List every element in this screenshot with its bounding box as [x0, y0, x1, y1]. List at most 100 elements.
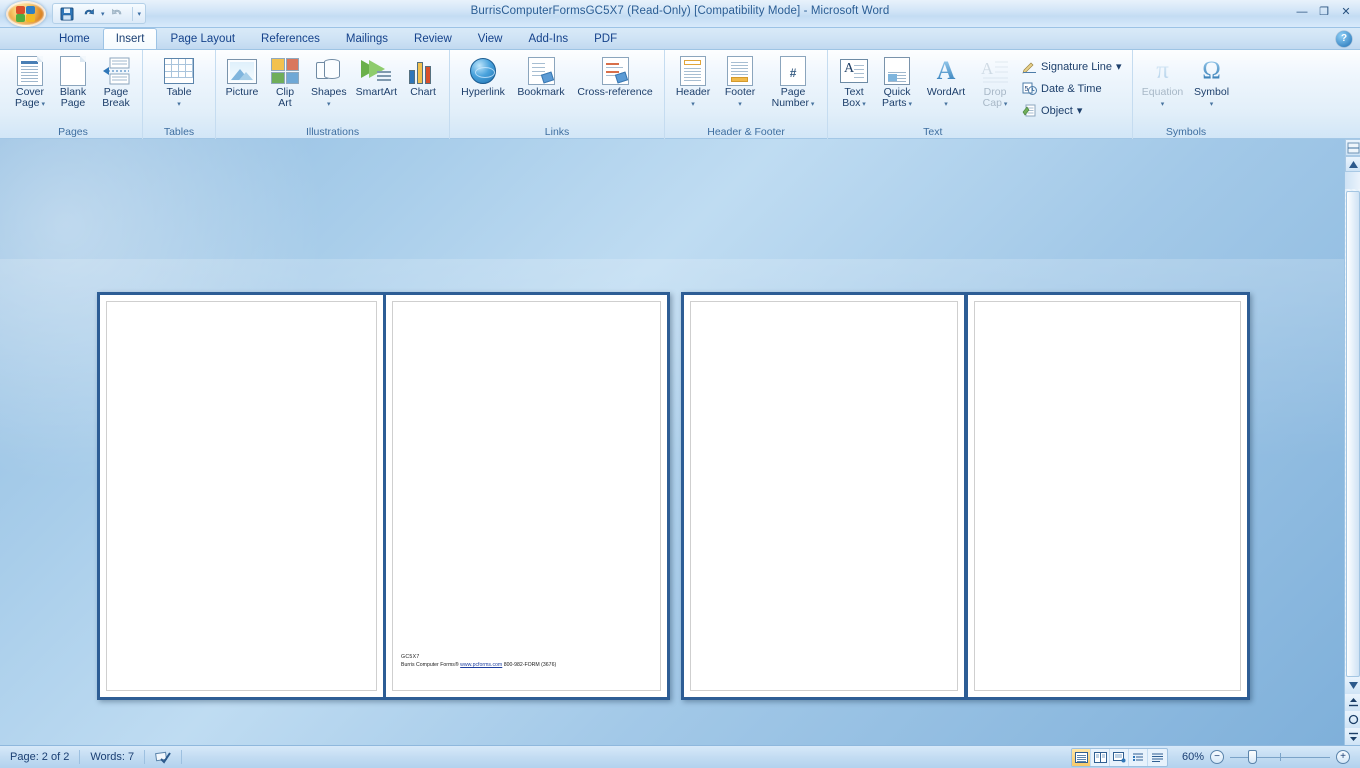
table-icon: [164, 55, 194, 87]
shapes-button[interactable]: Shapes ▾: [307, 53, 351, 112]
quick-parts-caret-icon[interactable]: ▾: [907, 101, 913, 108]
scrollbar-thumb[interactable]: [1346, 191, 1360, 677]
equation-caret-icon[interactable]: ▾: [1161, 101, 1165, 108]
select-browse-object-button[interactable]: [1345, 711, 1360, 728]
header-caret-icon[interactable]: ▾: [691, 101, 695, 108]
draft-view-button[interactable]: [1148, 749, 1167, 766]
equation-button[interactable]: π Equation ▾: [1138, 53, 1188, 112]
group-label-symbols: Symbols: [1165, 126, 1207, 138]
full-screen-reading-view-button[interactable]: [1091, 748, 1110, 766]
office-button[interactable]: [6, 1, 46, 27]
cover-page-caret-icon[interactable]: ▾: [40, 101, 45, 108]
smartart-label: SmartArt: [355, 86, 398, 98]
window-title: BurrisComputerFormsGC5X7 (Read-Only) [Co…: [470, 5, 890, 17]
tab-page-layout[interactable]: Page Layout: [157, 28, 248, 49]
page-1-margin-guide: [106, 301, 377, 691]
close-button[interactable]: ✕: [1336, 3, 1356, 20]
tab-add-ins[interactable]: Add-Ins: [515, 28, 581, 49]
text-box-button[interactable]: A Text Box ▾: [833, 53, 875, 112]
bookmark-button[interactable]: Bookmark: [512, 53, 570, 100]
ribbon-group-links: Hyperlink Bookmark Cross-reference Links: [449, 50, 664, 139]
object-button[interactable]: Object ▾: [1017, 100, 1126, 121]
scrollbar-track[interactable]: [1345, 189, 1360, 677]
wordart-button[interactable]: A WordArt ▾: [919, 53, 973, 112]
text-box-caret-icon[interactable]: ▾: [860, 101, 866, 108]
ribbon-group-header-footer: Header ▾ Footer ▾ # Page Number ▾ Header & …: [664, 50, 827, 139]
document-page-2[interactable]: GC5X7 Burris Computer Forms® www.pcforms…: [386, 295, 667, 697]
customize-quick-access-toolbar-button[interactable]: ▾: [138, 10, 142, 18]
footer-button[interactable]: Footer ▾: [717, 53, 763, 112]
zoom-in-button[interactable]: +: [1336, 750, 1350, 764]
header-button[interactable]: Header ▾: [670, 53, 716, 112]
tab-insert[interactable]: Insert: [102, 28, 158, 49]
hyperlink-button[interactable]: Hyperlink: [455, 53, 511, 100]
redo-button[interactable]: [108, 5, 127, 23]
undo-button[interactable]: [79, 5, 98, 23]
web-layout-view-button[interactable]: [1110, 748, 1129, 766]
document-workspace[interactable]: GC5X7 Burris Computer Forms® www.pcforms…: [0, 139, 1344, 745]
drop-cap-button[interactable]: A Drop Cap ▾: [974, 53, 1016, 112]
signature-line-caret-icon[interactable]: ▾: [1116, 60, 1122, 73]
date-and-time-label: Date & Time: [1041, 82, 1102, 95]
previous-page-button[interactable]: [1345, 694, 1360, 711]
object-caret-icon[interactable]: ▾: [1077, 104, 1083, 117]
document-page-3[interactable]: [684, 295, 964, 697]
date-time-icon: 5: [1022, 81, 1038, 96]
vertical-scrollbar[interactable]: [1344, 139, 1360, 745]
page-indicator[interactable]: Page: 2 of 2: [0, 746, 79, 768]
footer-caret-icon[interactable]: ▾: [738, 101, 742, 108]
symbol-caret-icon[interactable]: ▾: [1210, 101, 1214, 108]
quick-parts-button[interactable]: Quick Parts ▾: [876, 53, 918, 112]
tab-references[interactable]: References: [248, 28, 333, 49]
tab-pdf[interactable]: PDF: [581, 28, 630, 49]
zoom-slider[interactable]: [1230, 750, 1330, 764]
date-and-time-button[interactable]: 5 Date & Time: [1017, 78, 1126, 99]
blank-page-button[interactable]: Blank Page: [52, 53, 94, 111]
cross-reference-button[interactable]: Cross-reference: [571, 53, 659, 100]
split-window-handle[interactable]: [1345, 139, 1360, 156]
spell-check-icon: [155, 750, 171, 764]
undo-dropdown-arrow[interactable]: ▾: [101, 10, 105, 18]
signature-line-button[interactable]: Signature Line ▾: [1017, 56, 1126, 77]
minimize-button[interactable]: —: [1292, 3, 1312, 20]
svg-text:5: 5: [1025, 86, 1029, 93]
wordart-caret-icon[interactable]: ▾: [944, 101, 948, 108]
header-label: Header: [675, 86, 711, 98]
proofing-status-button[interactable]: [145, 746, 181, 768]
clip-art-button[interactable]: Clip Art: [264, 53, 306, 111]
drop-cap-caret-icon[interactable]: ▾: [1002, 101, 1008, 108]
scroll-down-button[interactable]: [1345, 677, 1360, 694]
help-button[interactable]: ?: [1336, 31, 1352, 47]
scrollbar-nav-buttons: [1345, 677, 1360, 745]
save-button[interactable]: [57, 5, 76, 23]
zoom-slider-thumb[interactable]: [1248, 750, 1257, 764]
smartart-button[interactable]: SmartArt: [352, 53, 401, 100]
zoom-out-button[interactable]: −: [1210, 750, 1224, 764]
clip-art-icon: [271, 55, 299, 87]
outline-view-button[interactable]: [1129, 748, 1148, 766]
scroll-up-button[interactable]: [1345, 156, 1360, 172]
page-number-caret-icon[interactable]: ▾: [809, 101, 815, 108]
print-layout-view-button[interactable]: [1072, 748, 1091, 766]
page-break-button[interactable]: Page Break: [95, 53, 137, 111]
tab-home[interactable]: Home: [46, 28, 103, 49]
chart-button[interactable]: Chart: [402, 53, 444, 100]
svg-text:A: A: [981, 59, 994, 78]
picture-button[interactable]: Picture: [221, 53, 263, 100]
table-caret-icon[interactable]: ▾: [177, 101, 181, 108]
shapes-caret-icon[interactable]: ▾: [327, 101, 331, 108]
tab-mailings[interactable]: Mailings: [333, 28, 401, 49]
page-number-button[interactable]: # Page Number ▾: [764, 53, 822, 112]
word-count-indicator[interactable]: Words: 7: [80, 746, 144, 768]
table-button[interactable]: Table ▾: [153, 53, 205, 112]
tab-review[interactable]: Review: [401, 28, 465, 49]
document-page-1[interactable]: [100, 295, 383, 697]
zoom-level-label[interactable]: 60%: [1174, 751, 1204, 763]
restore-button[interactable]: ❐: [1314, 3, 1334, 20]
cover-page-button[interactable]: Cover Page ▾: [9, 53, 51, 112]
symbol-button[interactable]: Ω Symbol ▾: [1189, 53, 1235, 112]
next-page-button[interactable]: [1345, 728, 1360, 745]
tab-view[interactable]: View: [465, 28, 516, 49]
footer-website-link[interactable]: www.pcforms.com: [460, 662, 502, 668]
document-page-4[interactable]: [967, 295, 1247, 697]
